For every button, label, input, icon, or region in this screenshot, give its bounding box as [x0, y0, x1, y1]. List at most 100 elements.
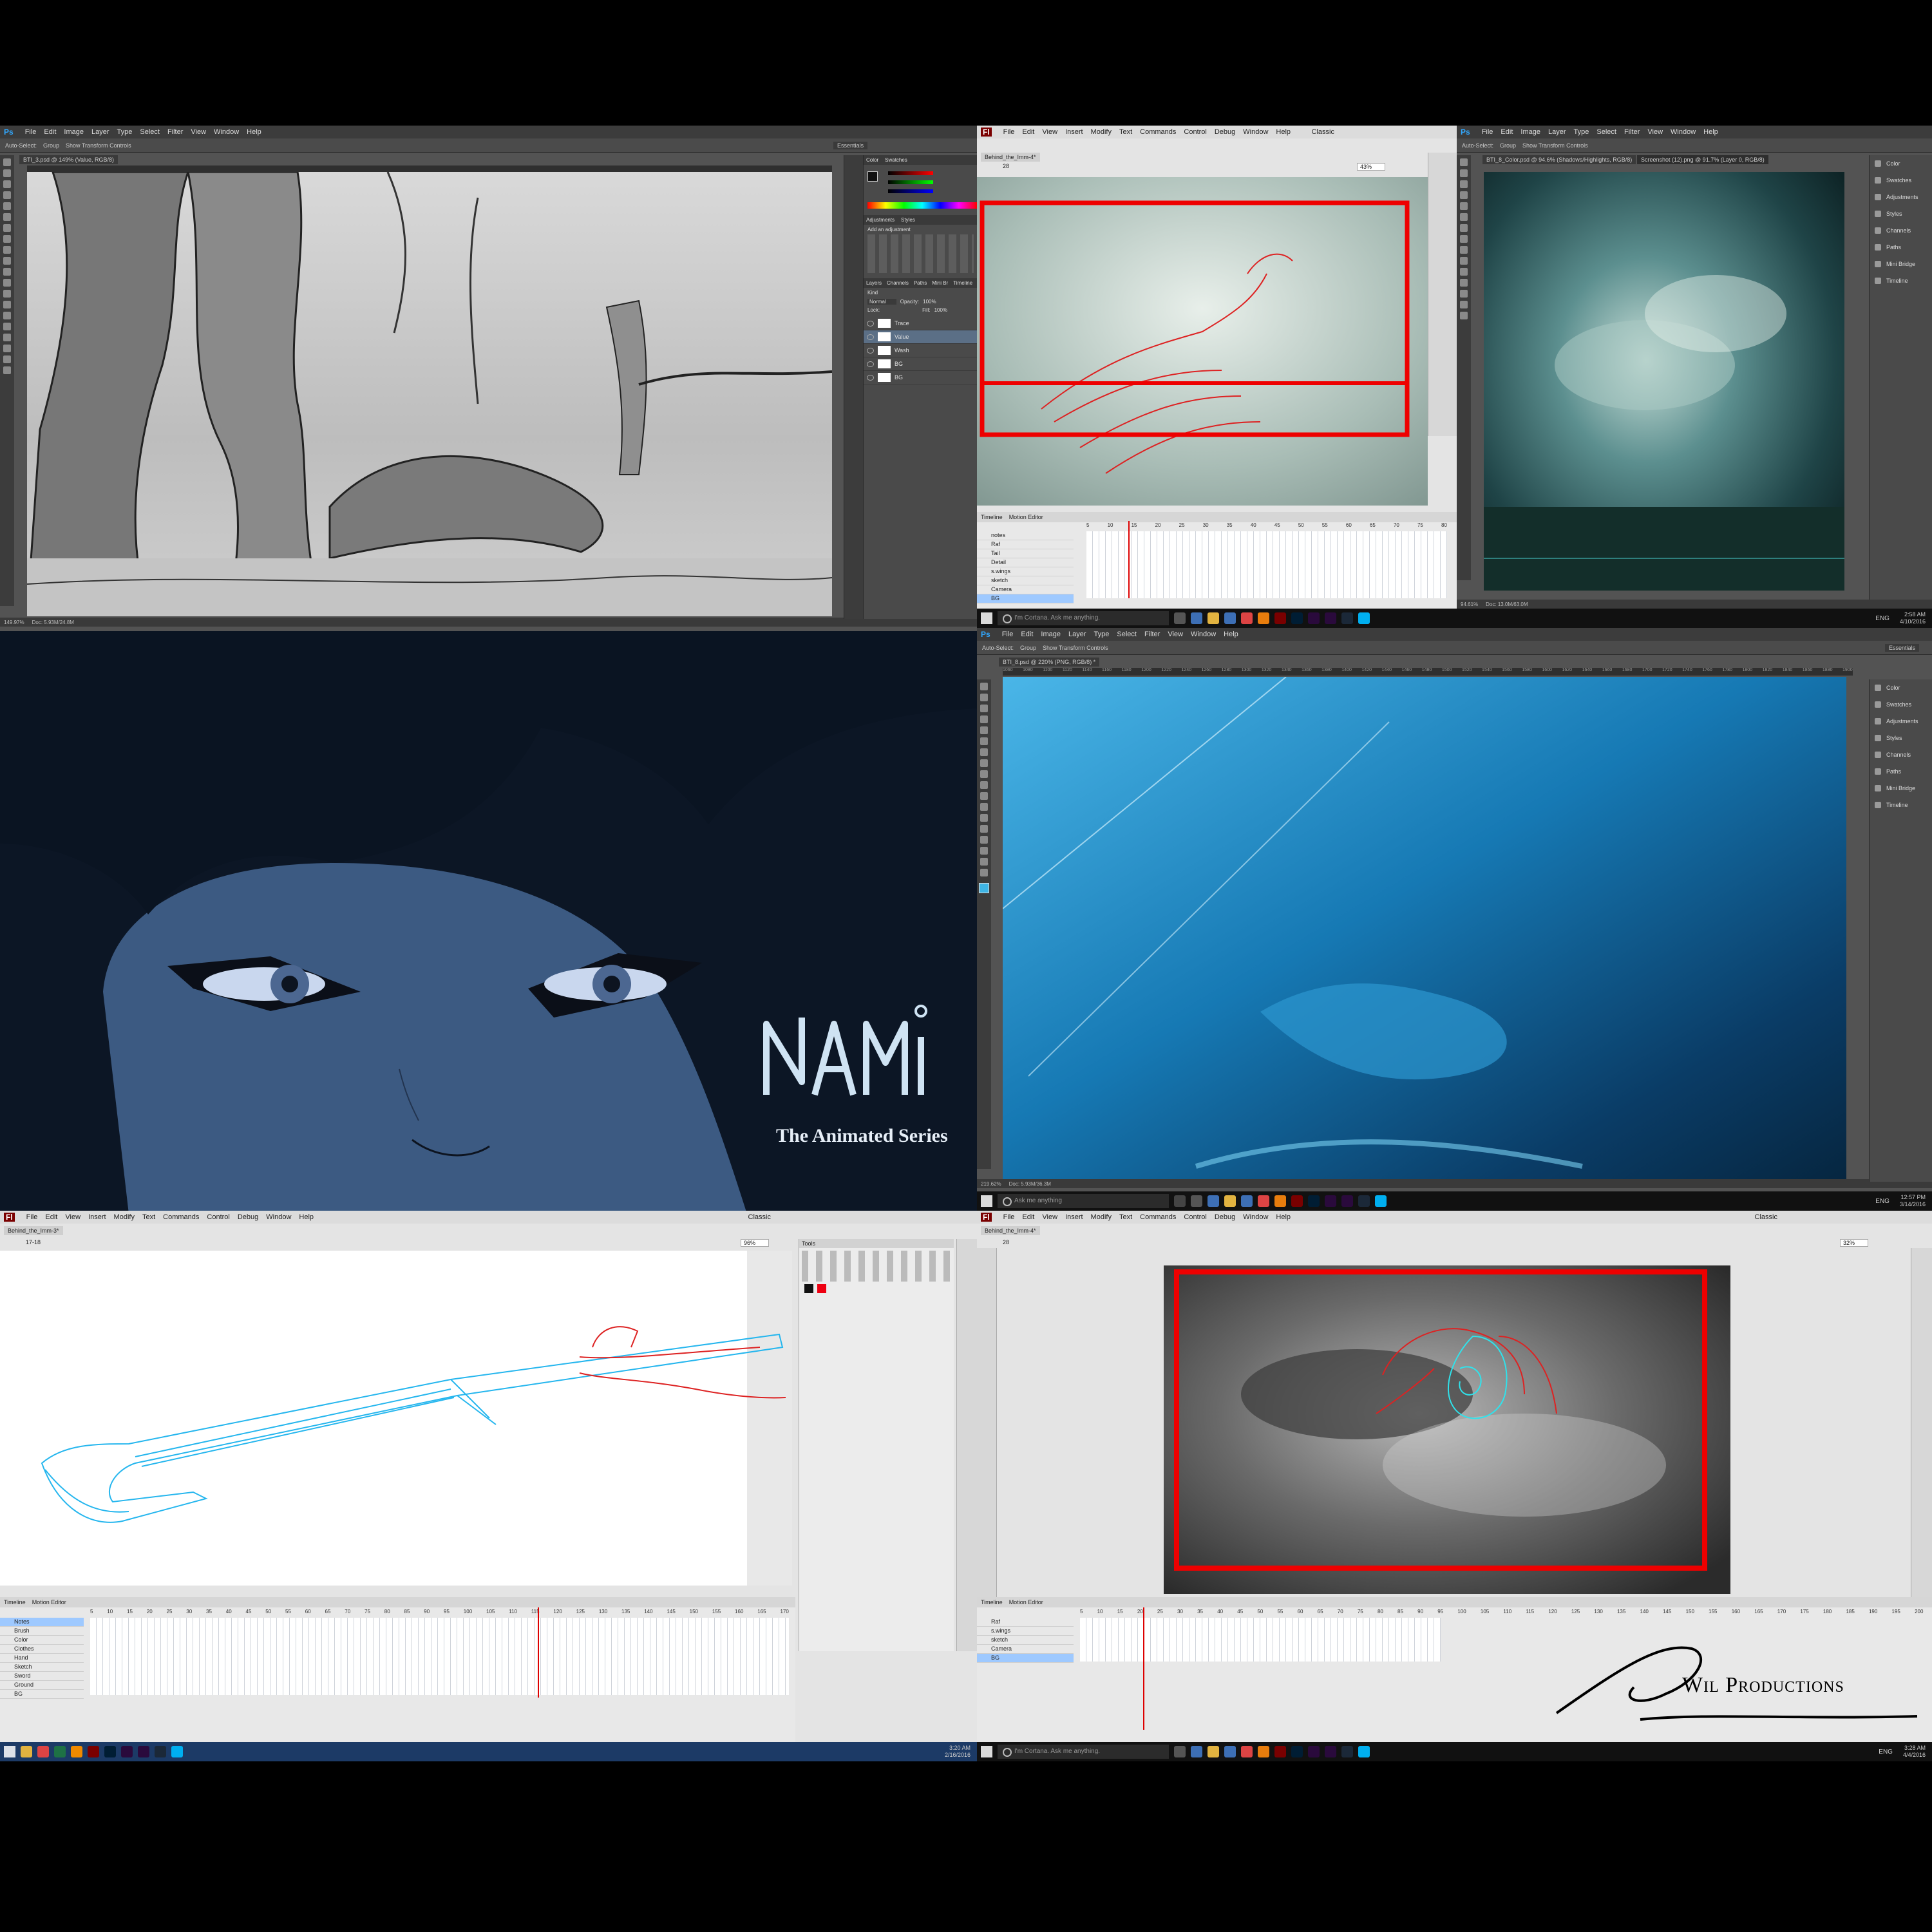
taskbar-clock[interactable]: 2:58 AM 4/10/2016: [1900, 611, 1932, 625]
hand-tool-icon[interactable]: [1460, 301, 1468, 308]
steam-icon[interactable]: [1341, 612, 1353, 624]
workspace-switcher[interactable]: Classic: [1312, 128, 1334, 136]
tab-timeline[interactable]: Timeline: [981, 1599, 1003, 1605]
quick-select-icon[interactable]: [980, 715, 988, 723]
foreground-color-swatch[interactable]: [979, 883, 989, 893]
healing-brush-icon[interactable]: [3, 224, 11, 232]
windows-start-icon[interactable]: [981, 1195, 992, 1207]
panel-mini-bridge[interactable]: Mini Bridge: [1870, 780, 1932, 797]
premiere-icon[interactable]: [1341, 1195, 1353, 1207]
menu-select[interactable]: Select: [1596, 128, 1616, 136]
tab-styles[interactable]: Styles: [901, 217, 915, 223]
eye-icon[interactable]: [867, 348, 874, 354]
menu-image[interactable]: Image: [64, 128, 84, 136]
panel-styles[interactable]: Styles: [1870, 205, 1932, 222]
menu-control[interactable]: Control: [1184, 128, 1206, 136]
document-tab[interactable]: Behind_the_Imm-3*: [4, 1226, 63, 1235]
windows-start-icon[interactable]: [981, 1746, 992, 1757]
pen-tool-icon[interactable]: [980, 836, 988, 844]
menu-text[interactable]: Text: [1119, 128, 1132, 136]
timeline-layer[interactable]: Clothes: [0, 1645, 84, 1654]
steam-icon[interactable]: [1341, 1746, 1353, 1757]
layer-item[interactable]: Value: [864, 330, 977, 344]
menu-control[interactable]: Control: [207, 1213, 229, 1221]
cortana-search[interactable]: I'm Cortana. Ask me anything.: [998, 611, 1169, 625]
menu-edit[interactable]: Edit: [1501, 128, 1513, 136]
auto-select-checkbox[interactable]: Auto-Select:: [982, 645, 1014, 651]
menu-window[interactable]: Window: [1191, 630, 1216, 638]
lasso-tool-icon[interactable]: [980, 705, 988, 712]
timeline-layer[interactable]: Ground: [0, 1681, 84, 1690]
group-dropdown[interactable]: Group: [1020, 645, 1036, 651]
timeline-layer[interactable]: sketch: [977, 1636, 1074, 1645]
zoom-tool-icon[interactable]: [3, 366, 11, 374]
eye-icon[interactable]: [867, 361, 874, 367]
blender-icon[interactable]: [1258, 612, 1269, 624]
panel-timeline[interactable]: Timeline: [1870, 797, 1932, 813]
green-slider[interactable]: [888, 180, 933, 184]
timeline-layer[interactable]: Sword: [0, 1672, 84, 1681]
zoom-level[interactable]: 219.62%: [981, 1181, 1001, 1187]
after-effects-icon[interactable]: [1308, 1746, 1320, 1757]
hand-tool-icon[interactable]: [3, 355, 11, 363]
eye-icon[interactable]: [867, 321, 874, 327]
frame-grid[interactable]: [1086, 531, 1447, 598]
menu-edit[interactable]: Edit: [1021, 630, 1033, 638]
edge-icon[interactable]: [1191, 612, 1202, 624]
store-icon[interactable]: [1241, 1195, 1253, 1207]
history-brush-icon[interactable]: [3, 257, 11, 265]
tab-paths[interactable]: Paths: [914, 280, 927, 286]
menu-filter[interactable]: Filter: [1624, 128, 1640, 136]
timeline-layer[interactable]: notes: [977, 531, 1074, 540]
menu-text[interactable]: Text: [1119, 1213, 1132, 1221]
menu-insert[interactable]: Insert: [1065, 1213, 1083, 1221]
spectrum-bar[interactable]: [867, 202, 977, 209]
menu-debug[interactable]: Debug: [238, 1213, 258, 1221]
premiere-icon[interactable]: [1325, 612, 1336, 624]
flash-icon[interactable]: [1274, 1746, 1286, 1757]
panel-adjustments[interactable]: Adjustments: [1870, 713, 1932, 730]
eraser-tool-icon[interactable]: [3, 268, 11, 276]
blue-slider[interactable]: [888, 189, 933, 193]
panel-paths[interactable]: Paths: [1870, 239, 1932, 256]
foreground-swatch[interactable]: [867, 171, 878, 182]
lasso-tool-icon[interactable]: [1460, 180, 1468, 188]
marquee-tool-icon[interactable]: [3, 169, 11, 177]
healing-brush-icon[interactable]: [980, 748, 988, 756]
menu-commands[interactable]: Commands: [163, 1213, 199, 1221]
menu-insert[interactable]: Insert: [88, 1213, 106, 1221]
auto-select-checkbox[interactable]: Auto-Select:: [5, 142, 37, 149]
menu-view[interactable]: View: [191, 128, 206, 136]
explorer-icon[interactable]: [1224, 1195, 1236, 1207]
timeline-layer[interactable]: s.wings: [977, 1627, 1074, 1636]
eraser-tool-icon[interactable]: [1460, 257, 1468, 265]
gradient-tool-icon[interactable]: [3, 279, 11, 287]
menu-layer[interactable]: Layer: [1068, 630, 1086, 638]
workspace-switcher[interactable]: Classic: [1755, 1213, 1777, 1221]
menu-help[interactable]: Help: [1276, 1213, 1291, 1221]
transform-controls-checkbox[interactable]: Show Transform Controls: [1522, 142, 1588, 149]
frame-grid[interactable]: [1080, 1618, 1441, 1662]
excel-icon[interactable]: [54, 1746, 66, 1757]
explorer-icon[interactable]: [1208, 1746, 1219, 1757]
menu-commands[interactable]: Commands: [1140, 128, 1176, 136]
fill-color-swatch[interactable]: [817, 1284, 826, 1293]
menu-view[interactable]: View: [1042, 128, 1057, 136]
move-tool-icon[interactable]: [1460, 158, 1468, 166]
language-indicator[interactable]: ENG: [1875, 615, 1889, 622]
after-effects-icon[interactable]: [121, 1746, 133, 1757]
menu-insert[interactable]: Insert: [1065, 128, 1083, 136]
tab-adjustments[interactable]: Adjustments: [866, 217, 895, 223]
marquee-tool-icon[interactable]: [1460, 169, 1468, 177]
timeline-layer[interactable]: Brush: [0, 1627, 84, 1636]
skype-icon[interactable]: [1375, 1195, 1387, 1207]
menu-help[interactable]: Help: [1703, 128, 1718, 136]
storm-storyboard-stage[interactable]: [1164, 1265, 1730, 1594]
menu-window[interactable]: Window: [266, 1213, 291, 1221]
document-tab[interactable]: Screenshot (12).png @ 91.7% (Layer 0, RG…: [1637, 155, 1768, 164]
brush-tool-icon[interactable]: [980, 759, 988, 767]
steam-icon[interactable]: [1358, 1195, 1370, 1207]
timeline-layer[interactable]: Detail: [977, 558, 1074, 567]
vlc-icon[interactable]: [71, 1746, 82, 1757]
menu-select[interactable]: Select: [1117, 630, 1137, 638]
